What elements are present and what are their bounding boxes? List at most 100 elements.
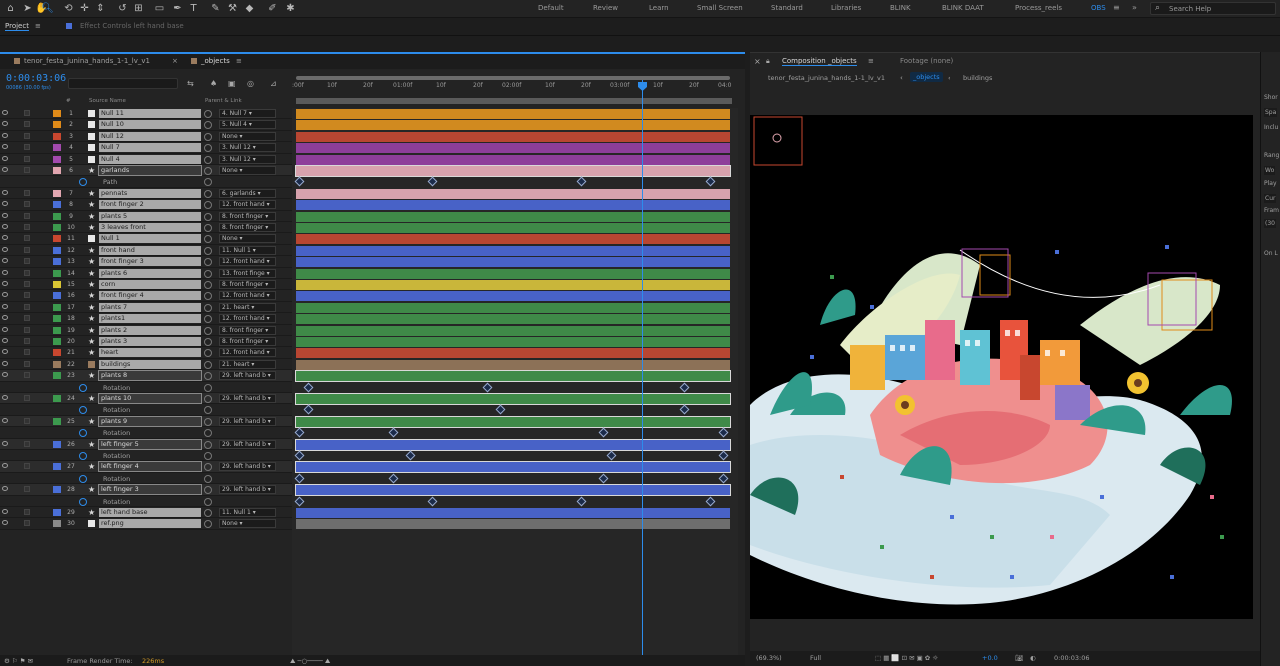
label-color-swatch[interactable] xyxy=(53,201,61,209)
layer-name[interactable]: buildings xyxy=(99,359,201,369)
keyframe-marker[interactable] xyxy=(482,382,493,393)
layer-duration-bar[interactable] xyxy=(296,302,730,313)
solo-switch[interactable] xyxy=(24,281,30,287)
col-source-name[interactable]: Source Name xyxy=(89,98,126,104)
layer-duration-bar[interactable] xyxy=(296,188,730,199)
layer-name[interactable]: corn xyxy=(99,280,201,289)
pick-whip-icon[interactable] xyxy=(204,246,212,255)
stopwatch-icon[interactable] xyxy=(79,452,87,460)
parent-select[interactable]: 6. garlands ▾ xyxy=(219,188,276,198)
layer-row[interactable]: 10 ★ 3 leaves front 8. front finger ▾ xyxy=(0,222,292,234)
solo-switch[interactable] xyxy=(24,520,30,527)
layer-row[interactable]: 21 ★ heart 12. front hand ▾ xyxy=(0,347,292,359)
visibility-eye-icon[interactable] xyxy=(2,167,8,172)
property-row[interactable]: Path xyxy=(0,176,292,188)
composition-viewer[interactable] xyxy=(750,115,1253,619)
solo-switch[interactable] xyxy=(24,372,30,379)
layer-duration-bar[interactable] xyxy=(295,461,731,474)
visibility-eye-icon[interactable] xyxy=(2,520,8,526)
workspace-learn[interactable]: Learn xyxy=(649,4,669,12)
solo-switch[interactable] xyxy=(24,258,30,265)
parent-select[interactable]: 12. front hand ▾ xyxy=(219,257,276,267)
roto-brush-tool-icon[interactable]: ✐ xyxy=(266,2,279,15)
layer-row[interactable]: 1 Null 11 4. Null 7 ▾ xyxy=(0,108,292,120)
solo-switch[interactable] xyxy=(24,417,30,424)
parent-select[interactable]: 12. front hand ▾ xyxy=(219,348,276,358)
label-color-swatch[interactable] xyxy=(53,509,61,516)
workspace-libraries[interactable]: Libraries xyxy=(831,4,861,12)
parent-select[interactable]: 8. front finger ▾ xyxy=(219,337,276,346)
layer-name[interactable]: Null 10 xyxy=(99,120,201,130)
visibility-eye-icon[interactable] xyxy=(2,509,8,514)
layer-row[interactable]: 11 Null 1 None ▾ xyxy=(0,233,292,245)
layer-duration-bar[interactable] xyxy=(295,165,731,177)
pick-whip-icon[interactable] xyxy=(204,349,212,358)
layer-duration-bar[interactable] xyxy=(296,245,730,256)
parent-select[interactable]: None ▾ xyxy=(219,131,276,141)
keyframe-marker[interactable] xyxy=(388,473,399,484)
property-row[interactable]: Rotation xyxy=(0,472,292,485)
layer-row[interactable]: 3 Null 12 None ▾ xyxy=(0,130,292,143)
workspace-process-reels[interactable]: Process_reels xyxy=(1015,4,1062,12)
visibility-eye-icon[interactable] xyxy=(2,189,8,195)
label-color-swatch[interactable] xyxy=(53,326,61,334)
visibility-eye-icon[interactable] xyxy=(2,281,8,286)
layer-duration-bar[interactable] xyxy=(296,280,730,290)
layer-duration-bar[interactable] xyxy=(296,359,730,370)
layer-name[interactable]: pennats xyxy=(99,188,201,198)
layer-name[interactable]: plants 5 xyxy=(99,211,201,221)
keyframe-marker[interactable] xyxy=(405,450,416,461)
keyframe-marker[interactable] xyxy=(606,450,617,461)
shy-layers-icon[interactable]: ▣ xyxy=(228,79,236,88)
stopwatch-icon[interactable] xyxy=(79,178,87,187)
solo-switch[interactable] xyxy=(24,315,30,322)
visibility-eye-icon[interactable] xyxy=(2,246,8,252)
pick-whip-icon[interactable] xyxy=(204,463,212,472)
zoom-tool-icon[interactable]: 🔍︎ xyxy=(41,2,54,15)
keyframe-marker[interactable] xyxy=(718,427,729,438)
layer-duration-bar[interactable] xyxy=(296,154,730,165)
layer-name[interactable]: front hand xyxy=(99,245,201,255)
layer-name[interactable]: heart xyxy=(99,348,201,358)
layer-name[interactable]: Null 4 xyxy=(99,154,201,164)
layer-duration-bar[interactable] xyxy=(296,291,730,302)
keyframe-marker[interactable] xyxy=(427,176,438,187)
pick-whip-icon[interactable] xyxy=(204,144,212,153)
label-color-swatch[interactable] xyxy=(53,360,61,368)
layer-row[interactable]: 29 ★ left hand base 11. Null 1 ▾ xyxy=(0,507,292,519)
layer-row[interactable]: 23 ★ plants 8 29. left hand b ▾ xyxy=(0,370,292,382)
label-color-swatch[interactable] xyxy=(53,463,61,471)
layer-row[interactable]: 22 buildings 21. heart ▾ xyxy=(0,358,292,371)
label-color-swatch[interactable] xyxy=(53,212,61,220)
property-row[interactable]: Rotation xyxy=(0,381,292,393)
layer-row[interactable]: 6 ★ garlands None ▾ xyxy=(0,165,292,177)
layer-duration-bar[interactable] xyxy=(296,348,730,359)
solo-switch[interactable] xyxy=(24,246,30,253)
breadcrumb-objects[interactable]: _objects xyxy=(910,72,943,82)
resolution-select[interactable]: Full xyxy=(810,654,821,662)
keyframe-marker[interactable] xyxy=(679,382,690,393)
parent-select[interactable]: 29. left hand b ▾ xyxy=(219,371,276,381)
label-color-swatch[interactable] xyxy=(53,110,61,117)
visibility-eye-icon[interactable] xyxy=(2,338,8,343)
property-row[interactable]: Rotation xyxy=(0,404,292,416)
solo-switch[interactable] xyxy=(24,224,30,230)
visibility-eye-icon[interactable] xyxy=(2,360,8,366)
anchor-tool-icon[interactable]: ⊞ xyxy=(132,2,145,15)
parent-select[interactable]: 21. heart ▾ xyxy=(219,302,276,312)
layer-row[interactable]: 19 ★ plants 2 8. front finger ▾ xyxy=(0,324,292,336)
solo-switch[interactable] xyxy=(24,349,30,356)
pen-tool-icon[interactable]: ✒ xyxy=(171,2,184,15)
layer-duration-bar[interactable] xyxy=(295,370,731,383)
label-color-swatch[interactable] xyxy=(53,258,61,266)
layer-name[interactable]: plants1 xyxy=(99,314,201,324)
layer-name[interactable]: Null 12 xyxy=(99,131,201,141)
layer-row[interactable]: 24 ★ plants 10 29. left hand b ▾ xyxy=(0,393,292,405)
layer-name[interactable]: left finger 3 xyxy=(98,484,202,496)
label-color-swatch[interactable] xyxy=(53,303,61,311)
layer-duration-bar[interactable] xyxy=(296,508,730,518)
pick-whip-icon[interactable] xyxy=(204,189,212,198)
label-color-swatch[interactable] xyxy=(53,235,61,243)
workspace-blink-daat[interactable]: BLINK DAAT xyxy=(942,4,984,12)
layer-name[interactable]: plants 2 xyxy=(99,325,201,335)
